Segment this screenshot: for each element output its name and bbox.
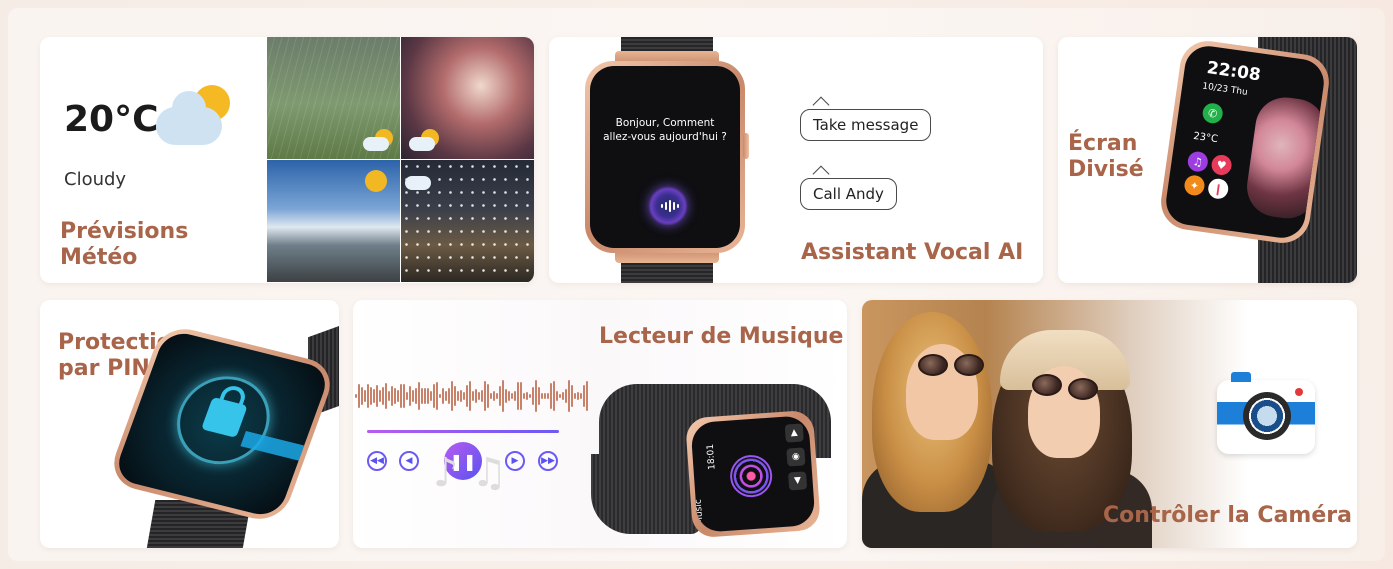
next-track-icon: ▼ [787, 471, 808, 491]
rewind-icon: ◀◀ [367, 451, 387, 471]
weather-card: 20°C Cloudy Prévisions Météo [40, 37, 534, 283]
smartwatch: 22:08 10/23 Thu ✆ 23°C ♫ ♥ ✦ ❙ [1157, 37, 1333, 247]
rain-photo [267, 37, 400, 159]
smartwatch: 18:01 ▲ ◉ ▼ Music [684, 409, 822, 539]
camera-icon [1217, 372, 1315, 454]
watch-temp: 23°C [1192, 130, 1219, 146]
music-app-icon: ♫ [1186, 150, 1210, 173]
sunglasses [1068, 378, 1098, 400]
camera-control-card: Contrôler la Caméra [862, 300, 1357, 548]
sunglasses [954, 354, 984, 376]
music-title: Lecteur de Musique [599, 324, 844, 349]
split-screen-card: Écran Divisé 22:08 10/23 Thu ✆ 23°C ♫ ♥ … [1058, 37, 1357, 283]
volume-icon: ◉ [786, 447, 806, 467]
voice-assistant-card: Bonjour, Comment allez-vous aujourd'hui … [549, 37, 1043, 283]
audio-waveform [355, 376, 591, 416]
snow-photo [401, 160, 534, 282]
sun-cloud-icon [156, 85, 232, 149]
watch-crown [743, 133, 749, 159]
watch-screen: Bonjour, Comment allez-vous aujourd'hui … [590, 66, 740, 248]
watch-screen: 22:08 10/23 Thu ✆ 23°C ♫ ♥ ✦ ❙ [1163, 43, 1327, 241]
music-player-card: Lecteur de Musique ◀◀ ◀ ❚❚ ▶ ▶▶ ♪ ♫ 18:0… [353, 300, 847, 548]
camera-title: Contrôler la Caméra [1103, 503, 1352, 528]
fast-forward-icon: ▶▶ [538, 451, 558, 471]
partly-cloudy-icon [409, 129, 439, 151]
sunglasses [1032, 374, 1062, 396]
watch-strap [591, 454, 701, 534]
assistant-prompt: Bonjour, Comment allez-vous aujourd'hui … [603, 117, 727, 144]
weather-title: Prévisions Météo [60, 219, 189, 271]
phone-icon: ✆ [1201, 101, 1224, 125]
pin-protection-card: Protection par PIN [40, 300, 339, 548]
watch-date: 10/23 Thu [1201, 81, 1249, 98]
bubble-call-andy: Call Andy [800, 178, 897, 210]
assistant-icon [648, 186, 688, 226]
music-app-label: Music [693, 498, 706, 526]
music-progress-bar [367, 430, 559, 433]
watch-screen: 18:01 ▲ ◉ ▼ Music [690, 415, 816, 533]
music-notes-decoration: ♪ ♫ [433, 450, 508, 496]
smartwatch: Bonjour, Comment allez-vous aujourd'hui … [585, 61, 745, 253]
split-screen-title: Écran Divisé [1068, 131, 1144, 183]
prev-track-icon: ▲ [784, 423, 804, 443]
watch-time: 18:01 [705, 443, 718, 471]
weather-condition: Cloudy [64, 169, 127, 190]
watch-clock: 22:08 [1205, 58, 1262, 86]
bubble-take-message: Take message [800, 109, 932, 141]
previous-icon: ◀ [399, 451, 419, 471]
sunglasses [918, 354, 948, 376]
activity-app-icon: ✦ [1183, 174, 1206, 197]
sun-icon [365, 170, 387, 192]
sunny-photo [267, 160, 400, 282]
sunset-photo [401, 37, 534, 159]
weather-photo-grid [267, 37, 534, 283]
temperature-value: 20°C [64, 99, 159, 140]
snow-cloud-icon [405, 168, 435, 190]
voice-assistant-title: Assistant Vocal AI [801, 240, 1024, 265]
next-icon: ▶ [505, 451, 525, 471]
stats-app-icon: ❙ [1206, 177, 1230, 201]
music-disc-icon [728, 453, 774, 499]
rain-cloud-icon [363, 129, 393, 151]
heart-app-icon: ♥ [1210, 153, 1233, 177]
